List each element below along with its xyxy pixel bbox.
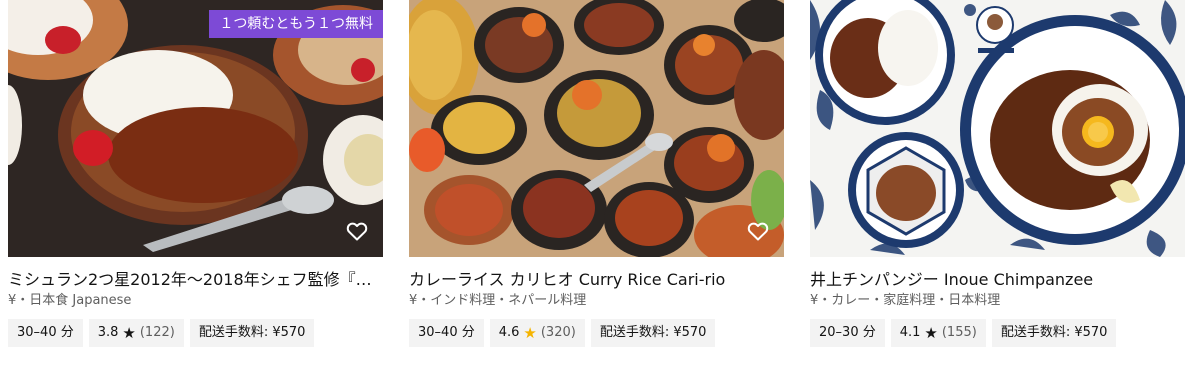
eta-badge: 30–40 分	[409, 319, 484, 347]
delivery-fee-text: 配送手数料: ¥570	[198, 325, 306, 340]
restaurant-meta: 30–40 分 3.8 ★ (122) 配送手数料: ¥570	[8, 319, 383, 347]
star-icon: ★	[122, 323, 136, 342]
curry-photo-1	[8, 0, 383, 257]
restaurant-meta: 20–30 分 4.1 ★ (155) 配送手数料: ¥570	[810, 319, 1185, 347]
restaurant-category: ¥・カレー・家庭料理・日本料理	[810, 293, 1001, 308]
heart-outline-icon[interactable]	[345, 219, 369, 243]
restaurant-category: ¥・インド料理・ネパール料理	[409, 293, 587, 308]
eta-badge: 20–30 分	[810, 319, 885, 347]
delivery-fee-badge: 配送手数料: ¥570	[590, 319, 716, 347]
restaurant-category: ¥・日本食 Japanese	[8, 293, 132, 308]
restaurant-card-row: １つ頼むともう１つ無料 ミシュラン2つ星2012年～2018年シェフ監修『… ¥…	[0, 0, 1200, 366]
promo-badge: １つ頼むともう１つ無料	[209, 10, 383, 38]
eta-badge: 30–40 分	[8, 319, 83, 347]
restaurant-name[interactable]: 井上チンパンジー Inoue Chimpanzee	[810, 269, 1185, 291]
eta-text: 20–30 分	[819, 325, 876, 340]
curry-photo-2	[409, 0, 784, 257]
rating-count: (122)	[139, 325, 175, 340]
rating-value: 4.1	[899, 325, 921, 340]
rating-count: (155)	[941, 325, 977, 340]
eta-text: 30–40 分	[17, 325, 74, 340]
rating-badge: 3.8 ★ (122)	[88, 319, 184, 347]
restaurant-card[interactable]: カレーライス カリヒオ Curry Rice Cari-rio ¥・インド料理・…	[409, 0, 784, 360]
delivery-fee-text: 配送手数料: ¥570	[599, 325, 707, 340]
delivery-fee-text: 配送手数料: ¥570	[1000, 325, 1108, 340]
heart-outline-icon[interactable]	[746, 219, 770, 243]
restaurant-card[interactable]: 井上チンパンジー Inoue Chimpanzee ¥・カレー・家庭料理・日本料…	[810, 0, 1185, 360]
delivery-fee-badge: 配送手数料: ¥570	[189, 319, 315, 347]
curry-photo-3	[810, 0, 1185, 257]
eta-text: 30–40 分	[418, 325, 475, 340]
restaurant-meta: 30–40 分 4.6 ★ (320) 配送手数料: ¥570	[409, 319, 784, 347]
restaurant-image[interactable]: １つ頼むともう１つ無料	[8, 0, 383, 257]
rating-badge: 4.1 ★ (155)	[890, 319, 986, 347]
delivery-fee-badge: 配送手数料: ¥570	[991, 319, 1117, 347]
restaurant-name[interactable]: カレーライス カリヒオ Curry Rice Cari-rio	[409, 269, 784, 291]
rating-count: (320)	[540, 325, 576, 340]
restaurant-image[interactable]	[409, 0, 784, 257]
rating-value: 3.8	[97, 325, 119, 340]
restaurant-name[interactable]: ミシュラン2つ星2012年～2018年シェフ監修『…	[8, 269, 383, 291]
rating-badge: 4.6 ★ (320)	[489, 319, 585, 347]
restaurant-image[interactable]	[810, 0, 1185, 257]
star-icon: ★	[523, 323, 537, 342]
restaurant-card[interactable]: １つ頼むともう１つ無料 ミシュラン2つ星2012年～2018年シェフ監修『… ¥…	[8, 0, 383, 360]
star-icon: ★	[924, 323, 938, 342]
rating-value: 4.6	[498, 325, 520, 340]
